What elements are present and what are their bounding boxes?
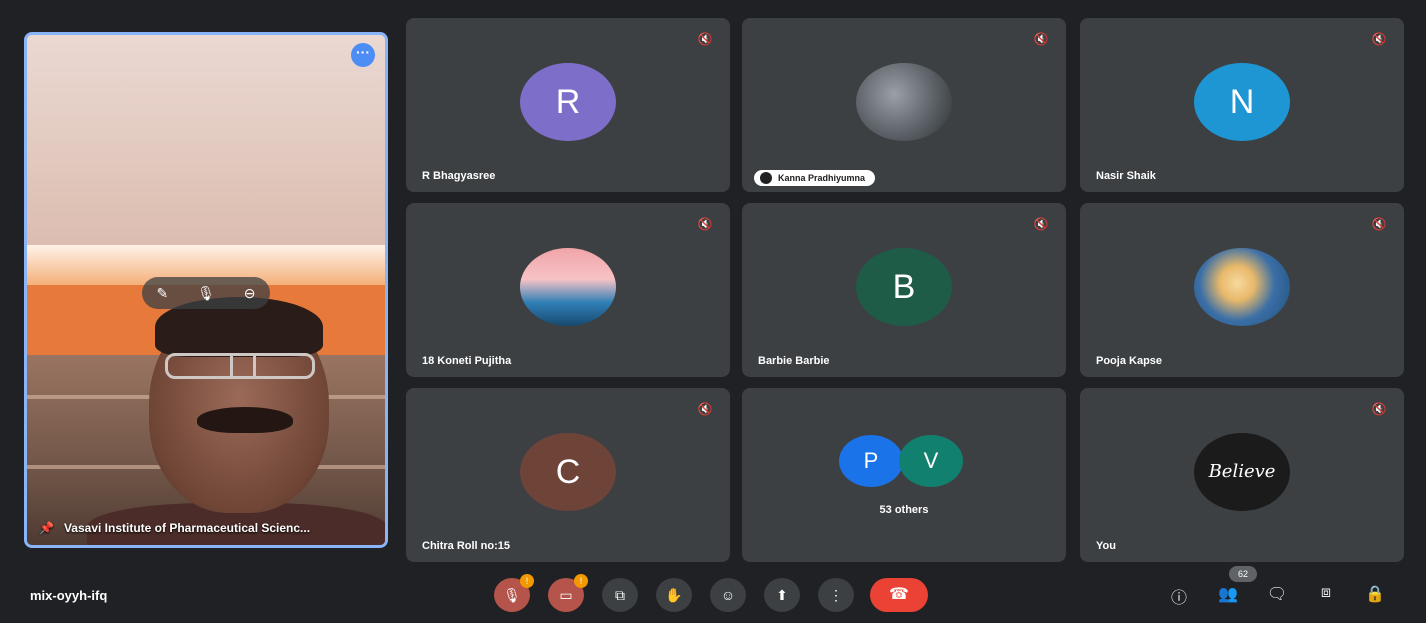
avatar <box>1194 247 1290 326</box>
mic-off-icon: 🔇 <box>1371 32 1387 46</box>
emoji-icon: ☺ <box>720 587 736 603</box>
participant-name: Nasir Shaik <box>1096 170 1156 182</box>
present-button[interactable]: ⬆ <box>764 578 800 612</box>
participant-name-pill: Kanna Pradhiyumna <box>754 170 876 186</box>
participants-count-badge: 62 <box>1229 566 1257 582</box>
pinned-speaker-tile[interactable]: ✎ 🎙 ⊖ ··· 📌 Vasavi Institute of Pharmace… <box>24 32 388 548</box>
others-tile[interactable]: P V 53 others <box>742 388 1066 562</box>
camera-warning-badge: ! <box>574 574 588 588</box>
speaker-hover-controls: ✎ 🎙 ⊖ <box>142 277 270 309</box>
captions-button[interactable]: ⧉ <box>602 578 638 612</box>
participant-tile[interactable]: 🔇 Pooja Kapse <box>1080 203 1404 377</box>
more-options-button[interactable]: ⋮ <box>818 578 854 612</box>
participant-name: R Bhagyasree <box>422 170 496 182</box>
participant-name: You <box>1096 540 1116 552</box>
phone-hangup-icon: ☎ <box>889 586 909 603</box>
avatar: R <box>520 62 616 141</box>
pin-toggle-icon[interactable]: ✎ <box>156 285 168 302</box>
host-controls-icon[interactable]: 🔒 <box>1362 584 1388 606</box>
speaker-glasses <box>165 353 315 379</box>
participant-tile[interactable]: 🔇 B Barbie Barbie <box>742 203 1066 377</box>
participant-tile[interactable]: 🔇 C Chitra Roll no:15 <box>406 388 730 562</box>
camera-off-icon: ▭ <box>559 587 573 603</box>
mic-off-icon: 🔇 <box>1371 217 1387 231</box>
user-icon <box>760 172 772 184</box>
avatar: C <box>520 432 616 511</box>
camera-button[interactable]: ▭ ! <box>548 574 588 612</box>
mic-off-icon: 🔇 <box>1371 402 1387 416</box>
hand-icon: ✋ <box>665 587 683 603</box>
participant-tile[interactable]: 🔇 18 Koneti Pujitha <box>406 203 730 377</box>
avatar: Believe <box>1194 432 1290 511</box>
avatar <box>856 62 952 141</box>
avatar: V <box>899 435 963 488</box>
others-avatars: P V <box>839 435 969 488</box>
self-tile[interactable]: 🔇 Believe You <box>1080 388 1404 562</box>
present-screen-icon: ⬆ <box>776 587 788 603</box>
video-background <box>27 35 385 245</box>
mute-speaker-icon[interactable]: 🎙 <box>197 285 215 302</box>
participant-name: Pooja Kapse <box>1096 355 1163 367</box>
mic-off-icon: 🔇 <box>697 402 713 416</box>
leave-call-button[interactable]: ☎ <box>870 578 928 612</box>
participant-tile[interactable]: 🔇 N Nasir Shaik <box>1080 18 1404 192</box>
raise-hand-button[interactable]: ✋ <box>656 578 692 612</box>
meeting-stage: ✎ 🎙 ⊖ ··· 📌 Vasavi Institute of Pharmace… <box>0 0 1426 623</box>
avatar: N <box>1194 62 1290 141</box>
avatar <box>520 247 616 326</box>
activities-icon[interactable]: ⧈ <box>1313 584 1339 606</box>
more-vertical-icon: ⋮ <box>829 587 843 603</box>
participant-name: Barbie Barbie <box>758 355 830 367</box>
people-icon[interactable]: 👥 <box>1215 584 1241 606</box>
meeting-code: mix-oyyh-ifq <box>30 588 108 603</box>
participant-name: Chitra Roll no:15 <box>422 540 511 552</box>
others-count-label: 53 others <box>879 504 929 516</box>
chat-icon[interactable]: 🗨 <box>1264 584 1290 606</box>
participant-name: 18 Koneti Pujitha <box>422 355 512 367</box>
mic-off-icon: 🔇 <box>1033 217 1049 231</box>
avatar: P <box>839 435 903 488</box>
mic-off-icon: 🔇 <box>697 217 713 231</box>
emoji-button[interactable]: ☺ <box>710 578 746 612</box>
microphone-button[interactable]: 🎙 ! <box>494 574 534 612</box>
avatar: B <box>856 247 952 326</box>
mic-off-icon: 🔇 <box>697 32 713 46</box>
participant-tile[interactable]: 🔇 Kanna Pradhiyumna <box>742 18 1066 192</box>
more-options-icon[interactable]: ··· <box>351 43 375 67</box>
captions-icon: ⧉ <box>615 587 625 603</box>
meeting-info-icon[interactable]: ⓘ <box>1166 584 1192 607</box>
participant-tile[interactable]: 🔇 R R Bhagyasree <box>406 18 730 192</box>
mic-off-icon: 🔇 <box>1033 32 1049 46</box>
pin-icon: 📌 <box>39 521 54 535</box>
mic-off-icon: 🎙 <box>503 587 521 603</box>
remove-icon[interactable]: ⊖ <box>244 285 256 302</box>
speaker-name-label: 📌 Vasavi Institute of Pharmaceutical Sci… <box>39 521 311 535</box>
mic-warning-badge: ! <box>520 574 534 588</box>
